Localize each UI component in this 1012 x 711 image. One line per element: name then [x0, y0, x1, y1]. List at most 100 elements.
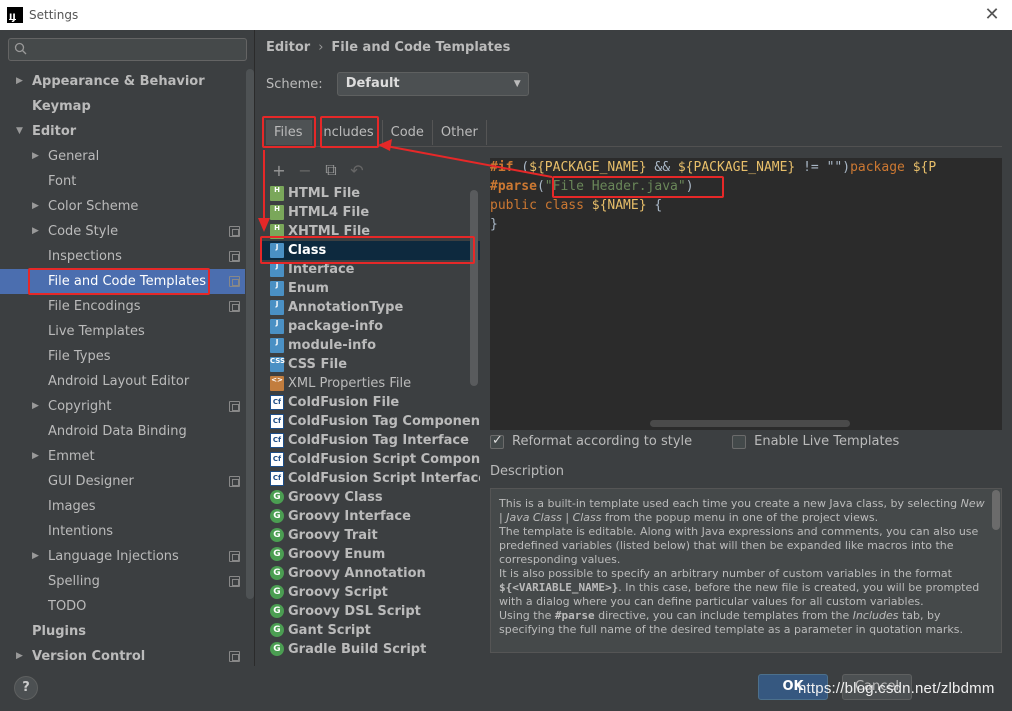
- java-file-icon: J: [270, 281, 284, 296]
- sidebar-item-live-templates[interactable]: Live Templates: [0, 319, 245, 344]
- groovy-file-icon: G: [270, 585, 284, 599]
- template-item-package-info[interactable]: Jpackage-info: [262, 317, 480, 336]
- sidebar-item-label: Code Style: [48, 224, 119, 239]
- expand-right-icon[interactable]: ▶: [32, 144, 42, 169]
- template-item-enum[interactable]: J Enum: [262, 279, 480, 298]
- template-item-coldfusion-tag-interface[interactable]: Cf ColdFusion Tag Interface: [262, 431, 480, 450]
- expand-right-icon[interactable]: ▶: [32, 219, 42, 244]
- sidebar-item-editor[interactable]: ▼ Editor: [0, 119, 245, 144]
- add-icon[interactable]: +: [272, 161, 286, 180]
- template-item-label: HTML File: [288, 186, 361, 201]
- template-item-label: Gant Script: [288, 623, 371, 638]
- breadcrumb-parent[interactable]: Editor: [266, 40, 310, 55]
- code-token: ${NAME}: [591, 198, 647, 213]
- groovy-file-icon: G: [270, 623, 284, 637]
- sidebar-item-intentions[interactable]: Intentions: [0, 519, 245, 544]
- template-item-xml-properties-file[interactable]: <> XML Properties File: [262, 374, 480, 393]
- template-item-label: package-info: [288, 319, 384, 334]
- template-item-css-file[interactable]: CSS CSS File: [262, 355, 480, 374]
- expand-right-icon[interactable]: ▶: [16, 69, 26, 94]
- copy-icon[interactable]: ⧉: [324, 160, 338, 180]
- expand-right-icon[interactable]: ▶: [32, 194, 42, 219]
- settings-tree: ▶ Appearance & Behavior Keymap ▼ Editor ▶ Gene…: [0, 69, 245, 669]
- sidebar-item-android-data-binding[interactable]: Android Data Binding: [0, 419, 245, 444]
- code-token: #if: [490, 160, 514, 175]
- description-label: Description: [490, 464, 565, 479]
- code-token: (: [513, 160, 530, 175]
- template-item-coldfusion-tag-component[interactable]: Cf ColdFusion Tag Component: [262, 412, 480, 431]
- template-list-scrollbar[interactable]: [470, 190, 478, 386]
- template-item-label: Groovy Enum: [288, 547, 386, 562]
- sidebar-item-todo[interactable]: TODO: [0, 594, 245, 619]
- template-item-coldfusion-script-component[interactable]: Cf ColdFusion Script Component: [262, 450, 480, 469]
- template-item-html4-file[interactable]: H HTML4 File: [262, 203, 480, 222]
- sidebar-item-inspections[interactable]: Inspections: [0, 244, 245, 269]
- template-item-groovy-annotation[interactable]: G Groovy Annotation: [262, 564, 480, 583]
- tab-other[interactable]: Other: [433, 120, 487, 145]
- sidebar-item-font[interactable]: Font: [0, 169, 245, 194]
- sidebar-item-copyright[interactable]: ▶ Copyright: [0, 394, 245, 419]
- sidebar-item-images[interactable]: Images: [0, 494, 245, 519]
- template-item-groovy-dsl-script[interactable]: G Groovy DSL Script: [262, 602, 480, 621]
- reformat-label: Reformat according to style: [512, 434, 693, 449]
- sidebar-item-file-types[interactable]: File Types: [0, 344, 245, 369]
- sidebar-item-file-encodings[interactable]: File Encodings: [0, 294, 245, 319]
- sidebar-item-spelling[interactable]: Spelling: [0, 569, 245, 594]
- remove-icon[interactable]: −: [298, 161, 312, 180]
- help-button[interactable]: ?: [14, 676, 38, 700]
- sidebar-item-plugins[interactable]: Plugins: [0, 619, 245, 644]
- code-token: ${PACKAGE_NAME}: [677, 160, 796, 175]
- sidebar-item-general[interactable]: ▶ General: [0, 144, 245, 169]
- template-item-module-info[interactable]: Jmodule-info: [262, 336, 480, 355]
- template-item-groovy-script[interactable]: G Groovy Script: [262, 583, 480, 602]
- reset-icon[interactable]: ↶: [350, 161, 364, 180]
- search-icon: [14, 42, 28, 56]
- template-item-groovy-trait[interactable]: G Groovy Trait: [262, 526, 480, 545]
- template-item-groovy-class[interactable]: G Groovy Class: [262, 488, 480, 507]
- sidebar-item-gui-designer[interactable]: GUI Designer: [0, 469, 245, 494]
- template-item-annotationtype[interactable]: J AnnotationType: [262, 298, 480, 317]
- sidebar-scrollbar[interactable]: [246, 69, 254, 599]
- sidebar-item-appearance-behavior[interactable]: ▶ Appearance & Behavior: [0, 69, 245, 94]
- template-editor[interactable]: #if (${PACKAGE_NAME} && ${PACKAGE_NAME} …: [490, 158, 1002, 430]
- project-settings-icon: [229, 251, 240, 262]
- sidebar-item-keymap[interactable]: Keymap: [0, 94, 245, 119]
- close-button[interactable]: ✕: [982, 5, 1002, 25]
- settings-search-input[interactable]: [8, 38, 247, 61]
- description-scrollbar[interactable]: [992, 490, 1000, 530]
- expand-right-icon[interactable]: ▶: [32, 544, 42, 569]
- reformat-checkbox[interactable]: Reformat according to style: [490, 433, 693, 449]
- template-item-html-file[interactable]: H HTML File: [262, 184, 480, 203]
- template-item-groovy-interface[interactable]: G Groovy Interface: [262, 507, 480, 526]
- template-list-panel: + − ⧉ ↶ H HTML File H HTML4 File H XHTML File J Cl…: [262, 158, 480, 656]
- scheme-value: Default: [345, 76, 400, 91]
- code-token: ${PACKAGE_NAME}: [529, 160, 647, 175]
- scheme-dropdown[interactable]: Default ▼: [336, 72, 529, 96]
- tab-code[interactable]: Code: [383, 120, 433, 145]
- code-token: != ""): [795, 160, 851, 175]
- code-token: #parse: [490, 179, 537, 194]
- project-settings-icon: [229, 276, 240, 287]
- template-item-coldfusion-script-interface[interactable]: Cf ColdFusion Script Interface: [262, 469, 480, 488]
- checkbox-box[interactable]: [732, 434, 747, 449]
- template-item-coldfusion-file[interactable]: Cf ColdFusion File: [262, 393, 480, 412]
- template-item-gant-script[interactable]: G Gant Script: [262, 621, 480, 640]
- checkbox-box[interactable]: [490, 433, 504, 449]
- live-templates-checkbox[interactable]: Enable Live Templates: [732, 434, 899, 449]
- sidebar-item-code-style[interactable]: ▶ Code Style: [0, 219, 245, 244]
- template-item-gradle-build-script[interactable]: G Gradle Build Script: [262, 640, 480, 656]
- template-item-groovy-enum[interactable]: G Groovy Enum: [262, 545, 480, 564]
- expand-right-icon[interactable]: ▶: [32, 394, 42, 419]
- sidebar-item-color-scheme[interactable]: ▶ Color Scheme: [0, 194, 245, 219]
- expand-down-icon[interactable]: ▼: [16, 119, 26, 144]
- code-line: }: [490, 215, 1002, 234]
- project-settings-icon: [229, 651, 240, 662]
- sidebar-item-android-layout-editor[interactable]: Android Layout Editor: [0, 369, 245, 394]
- template-item-label: Groovy Script: [288, 585, 388, 600]
- sidebar-item-language-injections[interactable]: ▶ Language Injections: [0, 544, 245, 569]
- sidebar-item-emmet[interactable]: ▶ Emmet: [0, 444, 245, 469]
- expand-right-icon[interactable]: ▶: [32, 444, 42, 469]
- project-settings-icon: [229, 401, 240, 412]
- highlight-sidebar-selection: [28, 268, 210, 295]
- editor-horizontal-scrollbar[interactable]: [650, 420, 850, 427]
